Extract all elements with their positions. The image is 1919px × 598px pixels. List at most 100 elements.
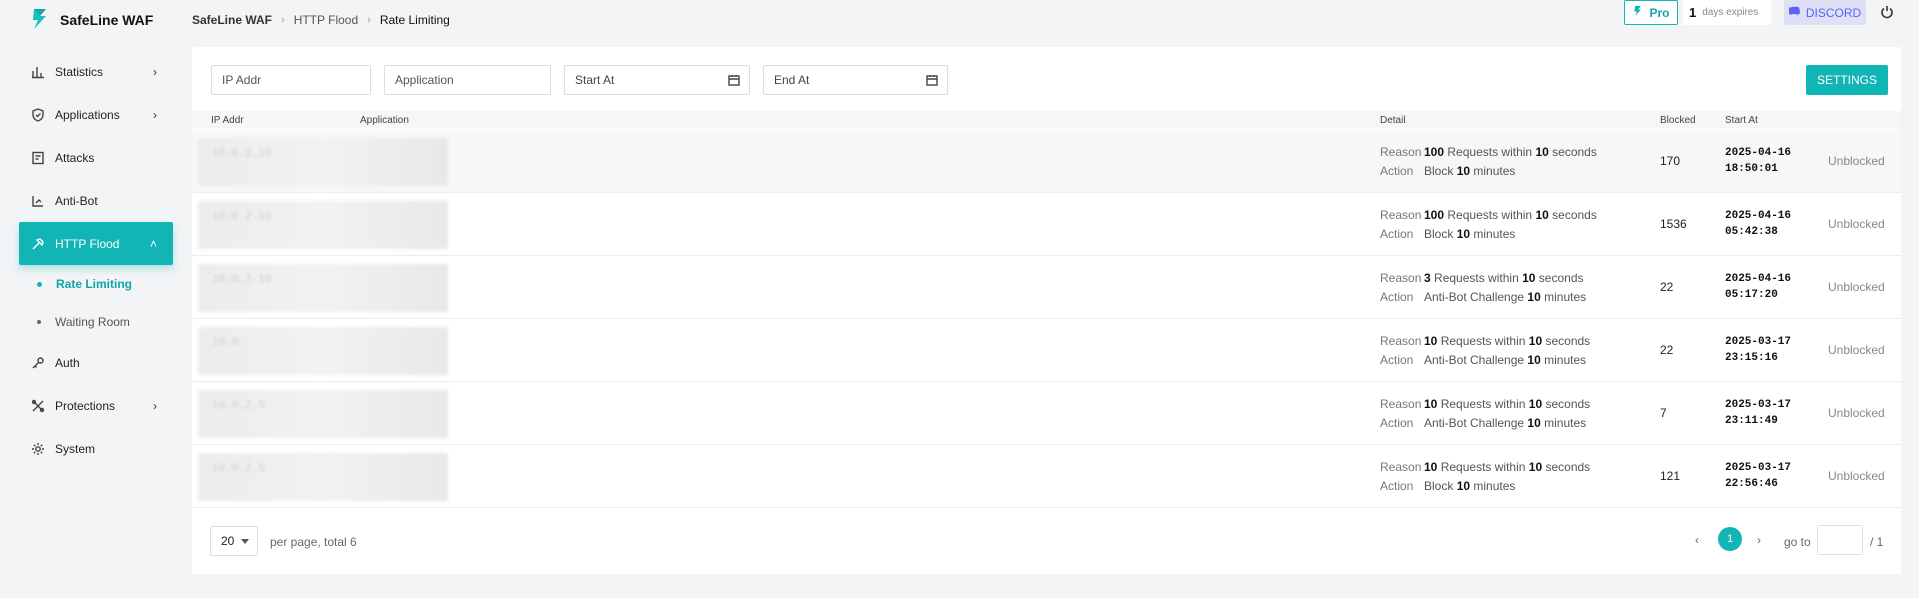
start-date: 2025-04-16 (1725, 147, 1792, 159)
app-filter-input[interactable] (395, 73, 550, 87)
redacted-ip-app (198, 201, 448, 249)
page-1-button[interactable]: 1 (1718, 527, 1742, 551)
app-filter-input-wrap (384, 65, 551, 95)
status-badge: Unblocked (1828, 406, 1885, 420)
start-at-picker[interactable]: Start At (564, 65, 750, 95)
redacted-ip: 10.0.2.10 (212, 211, 272, 223)
breadcrumb-http-flood[interactable]: HTTP Flood (294, 13, 358, 27)
status-badge: Unblocked (1828, 280, 1885, 294)
sidebar-item-label: Statistics (55, 64, 104, 79)
end-at-picker[interactable]: End At (763, 65, 948, 95)
minutes-label: minutes (1473, 479, 1516, 493)
detail-reason: Reason 10 Requests within 10 seconds (1380, 458, 1590, 477)
start-at: 2025-03-17 23:11:49 (1725, 397, 1791, 429)
reason-label: Reason (1380, 145, 1422, 159)
sidebar-item-label: Protections (55, 398, 116, 413)
requests-within-label: Requests within (1447, 145, 1533, 159)
end-at-placeholder: End At (774, 73, 810, 87)
table-row[interactable]: 10.0.2.10 Reason 100 Requests within 10 se… (192, 193, 1901, 256)
status-badge: Unblocked (1828, 469, 1885, 483)
redacted-ip-app (198, 138, 448, 186)
minutes-label: minutes (1544, 353, 1587, 367)
sidebar-item-applications[interactable]: Applications › (19, 93, 173, 136)
minutes-label: minutes (1473, 227, 1516, 241)
redacted-ip: 10.0.2.10 (212, 148, 272, 160)
sidebar-item-attacks[interactable]: Attacks (19, 136, 173, 179)
seconds-label: seconds (1545, 334, 1591, 348)
redacted-ip-app (198, 264, 448, 312)
prev-page-button[interactable]: ‹ (1690, 533, 1704, 547)
sidebar-item-http-flood[interactable]: HTTP Flood ˄ (19, 222, 173, 265)
reason-requests: 100 (1424, 145, 1445, 159)
page-size-select[interactable]: 20 (210, 526, 258, 556)
redacted-ip: 10.0.2.10 (212, 274, 272, 286)
reason-label: Reason (1380, 334, 1422, 348)
action-type: Block (1424, 479, 1454, 493)
logout-button[interactable] (1880, 5, 1894, 19)
header-start-at: Start At (1725, 115, 1758, 126)
reason-window: 10 (1528, 397, 1543, 411)
tools-icon (31, 399, 45, 413)
reason-window: 10 (1535, 145, 1549, 159)
action-duration: 10 (1527, 353, 1541, 367)
sidebar-item-auth[interactable]: Auth (19, 341, 173, 384)
redacted-ip: 10.0.2.5 (212, 463, 265, 475)
sidebar-subitem-waiting-room[interactable]: Waiting Room (19, 303, 173, 341)
safeline-logo-icon (1632, 5, 1649, 20)
start-at: 2025-03-17 22:56:46 (1725, 460, 1791, 492)
app-logo[interactable]: SafeLine WAF (28, 8, 153, 32)
reason-window: 10 (1535, 208, 1549, 222)
pro-label: Pro (1649, 5, 1670, 20)
hammer-icon (31, 237, 45, 251)
sidebar-subitem-rate-limiting[interactable]: Rate Limiting (19, 265, 173, 303)
settings-button[interactable]: SETTINGS (1806, 65, 1888, 95)
seconds-label: seconds (1538, 271, 1584, 285)
row-detail: Reason 100 Requests within 10 seconds Acti… (1380, 206, 1597, 244)
sidebar-nav: Statistics › Applications › Attacks Anti… (19, 50, 173, 470)
header-detail: Detail (1380, 115, 1406, 126)
sidebar-item-anti-bot[interactable]: Anti-Bot (19, 179, 173, 222)
action-label: Action (1380, 479, 1414, 493)
ip-filter-input[interactable] (222, 73, 370, 87)
next-page-button[interactable]: › (1752, 533, 1766, 547)
pro-button[interactable]: Pro (1624, 0, 1678, 25)
bot-icon (31, 194, 45, 208)
start-time: 22:56:46 (1725, 478, 1778, 490)
detail-action: Action Block 10 minutes (1380, 477, 1590, 496)
chevron-right-icon: › (153, 399, 157, 413)
table-row[interactable]: 10.0.2.10 Reason 100 Requests within 10 se… (192, 130, 1901, 193)
row-detail: Reason 100 Requests within 10 seconds Acti… (1380, 143, 1597, 181)
table-row[interactable]: 10.0. Reason 10 Requests within 10 seconds… (192, 319, 1901, 382)
requests-within-label: Requests within (1440, 460, 1526, 474)
seconds-label: seconds (1552, 208, 1597, 222)
start-at-placeholder: Start At (575, 73, 615, 87)
blocked-count: 121 (1660, 469, 1681, 483)
minutes-label: minutes (1544, 416, 1587, 430)
reason-label: Reason (1380, 397, 1422, 411)
breadcrumb: SafeLine WAF › HTTP Flood › Rate Limitin… (192, 13, 450, 27)
minutes-label: minutes (1473, 164, 1516, 178)
action-type: Anti-Bot Challenge (1424, 416, 1525, 430)
table-row[interactable]: 10.0.2.5 Reason 10 Requests within 10 seco… (192, 445, 1901, 508)
reason-requests: 10 (1424, 397, 1438, 411)
discord-button[interactable]: DISCORD (1784, 0, 1866, 25)
sidebar-item-protections[interactable]: Protections › (19, 384, 173, 427)
shield-icon (31, 107, 45, 122)
table-row[interactable]: 10.0.2.5 Reason 10 Requests within 10 seco… (192, 382, 1901, 445)
start-time: 23:15:16 (1725, 352, 1778, 364)
breadcrumb-root[interactable]: SafeLine WAF (192, 13, 272, 27)
goto-label: go to (1784, 535, 1811, 549)
sidebar-item-system[interactable]: System (19, 427, 173, 470)
sidebar-item-statistics[interactable]: Statistics › (19, 50, 173, 93)
key-icon (31, 356, 45, 370)
chevron-up-icon: ˄ (149, 237, 157, 251)
detail-action: Action Anti-Bot Challenge 10 minutes (1380, 414, 1590, 433)
start-time: 05:17:20 (1725, 289, 1778, 301)
header-application: Application (360, 115, 409, 126)
blocked-count: 7 (1660, 406, 1667, 420)
goto-page-input[interactable] (1817, 525, 1863, 555)
sidebar-subitem-label: Rate Limiting (56, 277, 133, 291)
table-row[interactable]: 10.0.2.10 Reason 3 Requests within 10 seco… (192, 256, 1901, 319)
sidebar-item-label: System (55, 441, 96, 456)
start-at: 2025-04-16 18:50:01 (1725, 145, 1791, 177)
